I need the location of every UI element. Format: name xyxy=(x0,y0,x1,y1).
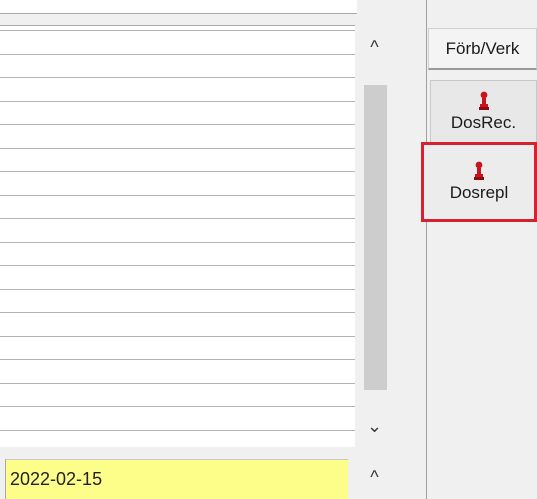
scroll-up-arrow-icon[interactable]: ^ xyxy=(357,25,392,70)
list-row[interactable] xyxy=(0,147,355,149)
list-row[interactable] xyxy=(0,124,355,125)
list-row[interactable] xyxy=(0,218,355,219)
dosrepl-button[interactable]: Dosrepl xyxy=(421,142,537,222)
list-row[interactable] xyxy=(0,265,355,266)
scrollbar-thumb[interactable] xyxy=(364,85,387,390)
dosrec-label: DosRec. xyxy=(450,113,517,133)
list-vertical-scrollbar[interactable]: ^ ⌄ xyxy=(357,25,392,447)
list-row[interactable] xyxy=(0,30,355,31)
list-grid[interactable] xyxy=(0,25,355,447)
list-top-strip xyxy=(0,0,357,14)
red-pawn-icon xyxy=(474,161,484,181)
forb-verk-label: Förb/Verk xyxy=(445,38,520,58)
list-row[interactable] xyxy=(0,171,355,172)
date-scroll-up-arrow-icon[interactable]: ^ xyxy=(357,459,392,499)
list-row[interactable] xyxy=(0,53,355,55)
list-row[interactable] xyxy=(0,406,355,407)
date-field[interactable]: 2022-02-15 xyxy=(5,459,348,499)
list-row[interactable] xyxy=(0,241,355,243)
list-row[interactable] xyxy=(0,359,355,360)
dosrec-button[interactable]: DosRec. xyxy=(430,80,537,144)
list-row[interactable] xyxy=(0,194,355,196)
list-row[interactable] xyxy=(0,429,355,431)
list-row[interactable] xyxy=(0,288,355,290)
dosrepl-label: Dosrepl xyxy=(449,183,509,203)
list-row[interactable] xyxy=(0,77,355,78)
red-pawn-icon xyxy=(478,91,489,111)
list-row[interactable] xyxy=(0,382,355,384)
list-row[interactable] xyxy=(0,100,355,102)
list-row[interactable] xyxy=(0,335,355,337)
list-row[interactable] xyxy=(0,312,355,313)
scroll-down-arrow-icon[interactable]: ⌄ xyxy=(357,405,392,447)
forb-verk-button[interactable]: Förb/Verk xyxy=(428,28,537,70)
panel-divider xyxy=(426,0,427,499)
